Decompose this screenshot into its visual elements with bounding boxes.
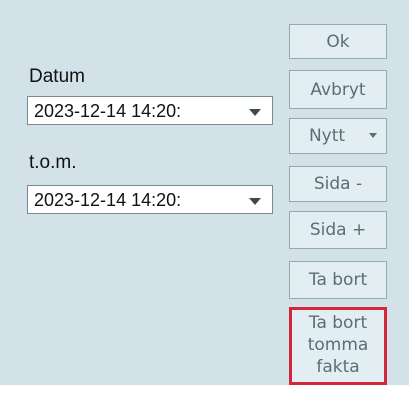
tom-label: t.o.m. <box>29 152 77 173</box>
delete-button-label: Ta bort <box>308 270 368 290</box>
cancel-button-label: Avbryt <box>310 79 366 100</box>
datum-combobox[interactable]: 2023-12-14 14:20: <box>27 96 273 125</box>
delete-button[interactable]: Ta bort <box>289 261 387 299</box>
tom-value: 2023-12-14 14:20: <box>34 190 182 210</box>
delete-empty-facts-button[interactable]: Ta bort tomma fakta <box>289 307 387 385</box>
delete-empty-line-3: fakta <box>316 356 360 377</box>
datum-label: Datum <box>29 66 85 87</box>
chevron-down-icon[interactable] <box>246 106 264 118</box>
ok-button-label: Ok <box>326 31 350 52</box>
datum-value: 2023-12-14 14:20: <box>34 101 182 121</box>
chevron-down-icon[interactable] <box>246 195 264 207</box>
page-minus-button[interactable]: Sida - <box>289 166 387 202</box>
page-plus-label: Sida + <box>309 220 367 240</box>
tom-combobox[interactable]: 2023-12-14 14:20: <box>27 185 273 214</box>
dialog-panel: Datum 2023-12-14 14:20: t.o.m. 2023-12-1… <box>0 0 409 385</box>
page-minus-label: Sida - <box>313 174 363 194</box>
ok-button[interactable]: Ok <box>289 24 387 59</box>
page-plus-button[interactable]: Sida + <box>289 211 387 249</box>
new-button-label: Nytt <box>308 126 346 146</box>
delete-empty-line-2: tomma <box>307 335 369 356</box>
chevron-down-icon <box>369 133 377 138</box>
new-button[interactable]: Nytt <box>289 118 387 154</box>
delete-empty-line-1: Ta bort <box>308 313 368 334</box>
cancel-button[interactable]: Avbryt <box>289 70 387 109</box>
